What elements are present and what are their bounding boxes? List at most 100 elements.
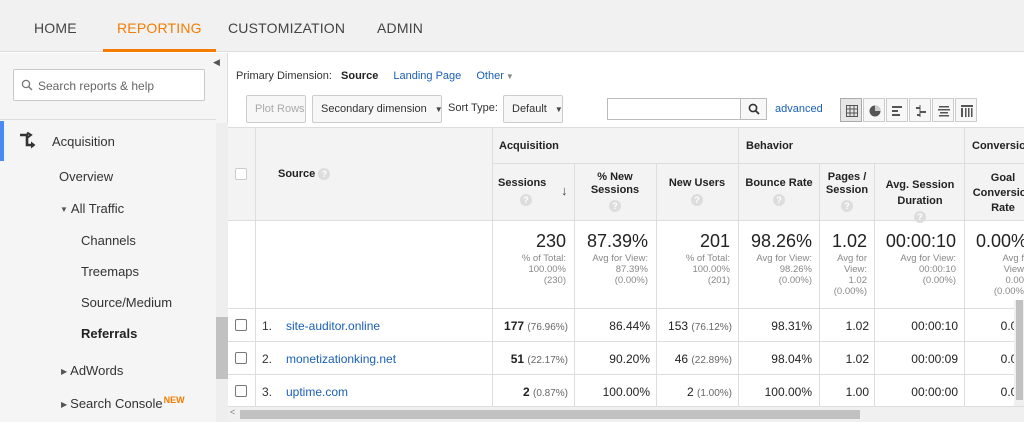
sidebar-item-adwords[interactable]: ▶ AdWords	[61, 363, 123, 378]
sidebar-item-label: Search Console	[70, 396, 163, 411]
cell-sessions: 177 (76.96%)	[492, 319, 568, 333]
scrollbar-thumb[interactable]	[240, 410, 860, 419]
column-new-sessions-label: % New Sessions	[590, 171, 640, 196]
tab-admin[interactable]: ADMIN	[377, 0, 423, 52]
grid-line	[492, 163, 1024, 164]
column-sessions[interactable]: Sessions?	[498, 177, 556, 206]
column-bounce-rate[interactable]: Bounce Rate?	[742, 177, 816, 206]
help-icon[interactable]: ?	[773, 194, 785, 206]
group-conversions: Conversions	[972, 140, 1024, 152]
new-badge: NEW	[163, 395, 185, 405]
cell-avg-duration: 00:00:10	[911, 319, 958, 333]
table-view-button[interactable]	[840, 98, 862, 122]
column-avg-duration-label: Avg. Session Duration	[885, 179, 955, 207]
total-new-sessions: 87.39%	[586, 231, 648, 251]
help-icon[interactable]: ?	[318, 168, 331, 181]
column-avg-session-duration[interactable]: Avg. Session Duration ?	[878, 177, 962, 225]
total-detail-line: 100.00%	[528, 264, 566, 275]
total-new-users: 201	[699, 231, 730, 251]
secondary-dimension-dropdown[interactable]: Secondary dimension ▼	[312, 95, 443, 123]
column-pages-session-label: Pages / Session	[825, 171, 869, 196]
dimension-landing-page[interactable]: Landing Page	[393, 70, 461, 82]
acquisition-icon	[20, 132, 36, 149]
column-goal-conversion-rate[interactable]: Goal Conversion Rate	[968, 171, 1024, 216]
performance-view-button[interactable]	[886, 98, 908, 122]
search-input[interactable]	[38, 76, 200, 96]
column-source[interactable]: Source ?	[278, 168, 331, 181]
sidebar-item-label: Acquisition	[52, 134, 115, 149]
sidebar-item-acquisition[interactable]: Acquisition	[0, 121, 216, 161]
table-search-button[interactable]	[740, 99, 766, 119]
column-new-sessions[interactable]: % New Sessions?	[578, 171, 652, 212]
cell-pages-session: 1.00	[845, 385, 869, 399]
sidebar-scrollbar-thumb[interactable]	[216, 317, 228, 379]
help-icon[interactable]: ?	[841, 200, 853, 212]
advanced-filter-link[interactable]: advanced	[775, 103, 823, 115]
comparison-view-button[interactable]	[909, 98, 931, 122]
table-filter-input[interactable]	[608, 99, 738, 119]
secondary-dimension-label: Secondary dimension	[321, 103, 427, 115]
plot-rows-button[interactable]: Plot Rows	[246, 95, 306, 123]
collapsed-triangle-icon: ▶	[61, 400, 68, 409]
collapse-sidebar-icon[interactable]: ◀	[213, 57, 225, 71]
grid-line	[228, 374, 1024, 375]
column-new-users[interactable]: New Users?	[660, 177, 734, 206]
search-icon	[748, 103, 760, 115]
help-icon[interactable]: ?	[609, 200, 621, 212]
sidebar-item-overview[interactable]: Overview	[59, 169, 113, 184]
source-link[interactable]: uptime.com	[286, 385, 348, 399]
tab-customization[interactable]: CUSTOMIZATION	[228, 0, 345, 52]
comparison-icon	[916, 105, 926, 117]
cell-new-sessions: 90.20%	[609, 352, 650, 366]
row-checkbox[interactable]	[235, 352, 247, 364]
pivot-view-button[interactable]	[955, 98, 977, 122]
tab-reporting[interactable]: REPORTING	[103, 0, 216, 52]
select-all-checkbox[interactable]	[235, 168, 247, 180]
sort-type-label: Sort Type:	[448, 102, 498, 114]
sidebar-item-all-traffic[interactable]: ▼ All Traffic	[60, 201, 124, 216]
pie-view-button[interactable]	[863, 98, 885, 122]
sort-type-value: Default	[512, 103, 547, 115]
column-pages-session[interactable]: Pages / Session?	[822, 171, 872, 212]
sidebar-item-search-console[interactable]: ▶ Search ConsoleNEW	[61, 395, 185, 411]
report-search-box[interactable]	[13, 69, 205, 101]
sort-descending-icon[interactable]: ↓	[561, 183, 568, 198]
new-users-percent: (1.00%)	[696, 388, 732, 399]
total-detail-line: 0.00	[1005, 275, 1024, 286]
table-vertical-scrollbar[interactable]	[1014, 300, 1024, 406]
tab-home[interactable]: HOME	[34, 0, 77, 52]
total-sessions-detail: % of Total: 100.00% (230)	[492, 253, 566, 286]
cell-avg-duration: 00:00:00	[911, 385, 958, 399]
help-icon[interactable]: ?	[520, 194, 532, 206]
term-cloud-view-button[interactable]	[932, 98, 954, 122]
help-icon[interactable]: ?	[691, 194, 703, 206]
sort-type-dropdown[interactable]: Default ▼	[503, 95, 563, 123]
total-detail-line: Avg for	[837, 253, 867, 264]
sidebar-item-source-medium[interactable]: Source/Medium	[81, 295, 172, 310]
scrollbar-thumb[interactable]	[1016, 300, 1023, 400]
row-checkbox[interactable]	[235, 385, 247, 397]
pivot-icon	[961, 105, 973, 117]
total-new-users-detail: % of Total: 100.00% (201)	[656, 253, 730, 286]
row-checkbox[interactable]	[235, 319, 247, 331]
table-horizontal-scrollbar[interactable]: <	[228, 406, 1024, 422]
sidebar-item-treemaps[interactable]: Treemaps	[81, 264, 139, 279]
total-detail-line: (201)	[707, 275, 730, 286]
total-detail-line: 98.26%	[779, 264, 812, 275]
row-number: 1.	[262, 319, 273, 333]
sidebar: ◀ Acquisition Overview ▼All Traffic Chan…	[0, 53, 228, 422]
collapsed-triangle-icon: ▶	[61, 367, 68, 376]
dimension-other[interactable]: Other ▼	[476, 70, 513, 82]
total-pages-session: 1.02	[831, 231, 867, 251]
row-number: 3.	[262, 385, 273, 399]
grid-line	[228, 341, 1024, 342]
source-link[interactable]: site-auditor.online	[286, 319, 380, 333]
help-icon[interactable]: ?	[914, 211, 926, 224]
grid-line	[964, 128, 965, 406]
source-link[interactable]: monetizationking.net	[286, 352, 396, 366]
sidebar-item-channels[interactable]: Channels	[81, 233, 136, 248]
sidebar-item-referrals[interactable]: Referrals	[81, 326, 137, 341]
total-detail-line: Avg for View:	[592, 253, 648, 264]
total-bounce-rate: 98.26%	[750, 231, 812, 251]
scroll-left-icon[interactable]: <	[230, 407, 235, 417]
